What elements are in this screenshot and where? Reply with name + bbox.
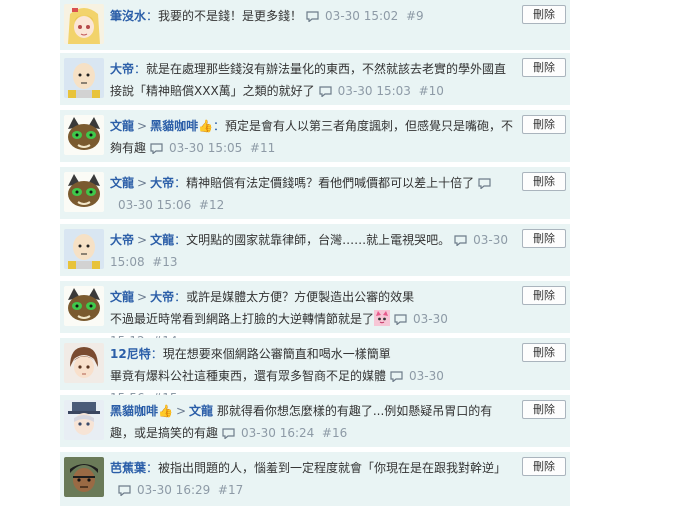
comment-author[interactable]: 文龍 xyxy=(110,119,134,133)
delete-button[interactable]: 刪除 xyxy=(522,229,566,248)
avatar[interactable] xyxy=(64,457,104,497)
comment-content: 大帝 > 文龍：文明點的國家就靠律師，台灣……就上電視哭吧。 03-30 15:08 … xyxy=(110,233,508,269)
reply-bubble-icon[interactable] xyxy=(319,86,332,97)
comment-author[interactable]: 大帝 xyxy=(110,62,134,76)
delete-button[interactable]: 刪除 xyxy=(522,286,566,305)
comment-row: 筆沒水：我要的不是錢！是更多錢！ 03-30 15:02 #9 刪除 xyxy=(60,0,570,50)
comment-floor: #10 xyxy=(418,84,444,98)
comment-time: 03-30 15:06 xyxy=(118,198,192,212)
comment-content: 大帝：就是在處理那些錢沒有辦法量化的東西，不然就該去老實的學外國直接說「精神賠償… xyxy=(110,62,507,98)
comment-author[interactable]: 12尼特 xyxy=(110,347,151,361)
reply-bubble-icon[interactable] xyxy=(118,485,131,496)
comment-row: 芭蕉葉：被指出問題的人，惱羞到一定程度就會「你現在是在跟我對幹逆」 03-30 1… xyxy=(60,452,570,506)
comment-floor: #12 xyxy=(198,198,225,212)
avatar[interactable] xyxy=(64,58,104,98)
blonde-anime-girl-icon xyxy=(64,4,104,44)
comment-text: 現在想要來個網路公審簡直和喝水一樣簡單 xyxy=(162,347,391,361)
reply-target[interactable]: 文龍 xyxy=(189,404,213,418)
delete-button[interactable]: 刪除 xyxy=(522,5,566,24)
comment-floor: #17 xyxy=(217,483,244,497)
avatar[interactable] xyxy=(64,400,104,440)
comment-row: 文龍 > 大帝：精神賠償有法定價錢嗎？看他們喊價都可以差上十倍了 03-30 15:0… xyxy=(60,167,570,219)
reply-bubble-icon[interactable] xyxy=(306,11,319,22)
comment-floor: #16 xyxy=(321,426,348,440)
avatar[interactable] xyxy=(64,115,104,155)
comment-row: 文龍 > 大帝：或許是媒體太方便？方便製造出公審的效果 不過最近時常看到網路上打臉的大… xyxy=(60,281,570,348)
comment-content: 文龍 > 黑貓咖啡👍：預定是會有人以第三者角度諷刺，但感覺只是嘴砲，不夠有趣 03-3… xyxy=(110,119,514,155)
comment-author[interactable]: 筆沒水 xyxy=(110,9,146,23)
comment-row: 黑貓咖啡👍 > 文龍 那就得看你想怎麼樣的有趣了...例如懸疑吊胃口的有趣，或是搞笑… xyxy=(60,395,570,447)
delete-button[interactable]: 刪除 xyxy=(522,343,566,362)
reply-bubble-icon[interactable] xyxy=(150,143,163,154)
comment-text-line2: 不過最近時常看到網路上打臉的大逆轉情節就是了 xyxy=(110,312,375,326)
comment-time: 03-30 16:24 xyxy=(241,426,315,440)
avatar[interactable] xyxy=(64,172,104,212)
comment-text: 文明點的國家就靠律師，台灣……就上電視哭吧。 xyxy=(186,233,451,247)
avatar[interactable] xyxy=(64,343,104,383)
comment-row: 大帝：就是在處理那些錢沒有辦法量化的東西，不然就該去老實的學外國直接說「精神賠償… xyxy=(60,53,570,105)
comment-time: 03-30 15:02 xyxy=(325,9,399,23)
comment-text: 我要的不是錢！是更多錢！ xyxy=(158,9,303,23)
green-eyed-cat-icon xyxy=(64,286,104,326)
avatar[interactable] xyxy=(64,229,104,269)
comment-author[interactable]: 黑貓咖啡👍 xyxy=(110,404,173,418)
avatar[interactable] xyxy=(64,4,104,44)
green-eyed-cat-icon xyxy=(64,172,104,212)
reply-bubble-icon[interactable] xyxy=(222,428,235,439)
comment-author[interactable]: 大帝 xyxy=(110,233,134,247)
delete-button[interactable]: 刪除 xyxy=(522,172,566,191)
reply-bubble-icon[interactable] xyxy=(390,371,403,382)
hat-character-icon xyxy=(64,400,104,440)
comment-floor: #11 xyxy=(249,141,276,155)
comment-content: 黑貓咖啡👍 > 文龍 那就得看你想怎麼樣的有趣了...例如懸疑吊胃口的有趣，或是搞笑… xyxy=(110,404,493,440)
comment-time: 03-30 16:29 xyxy=(137,483,211,497)
comment-time: 03-30 15:05 xyxy=(169,141,243,155)
comment-text: 被指出問題的人，惱羞到一定程度就會「你現在是在跟我對幹逆」 xyxy=(158,461,507,475)
pink-cat-emoji-icon xyxy=(374,310,391,326)
comment-author[interactable]: 文龍 xyxy=(110,176,134,190)
comment-content: 文龍 > 大帝：精神賠償有法定價錢嗎？看他們喊價都可以差上十倍了 03-30 15:0… xyxy=(110,172,514,216)
comment-floor: #13 xyxy=(152,255,178,269)
brown-hair-boy-icon xyxy=(64,343,104,383)
reply-bubble-icon[interactable] xyxy=(478,178,491,189)
comment-text: 精神賠償有法定價錢嗎？看他們喊價都可以差上十倍了 xyxy=(186,176,475,190)
comment-row: 文龍 > 黑貓咖啡👍：預定是會有人以第三者角度諷刺，但感覺只是嘴砲，不夠有趣 03-3… xyxy=(60,110,570,162)
reply-bubble-icon[interactable] xyxy=(454,235,467,246)
comment-content: 芭蕉葉：被指出問題的人，惱羞到一定程度就會「你現在是在跟我對幹逆」 03-30 1… xyxy=(110,461,507,497)
bald-hero-icon xyxy=(64,229,104,269)
reply-target[interactable]: 黑貓咖啡👍 xyxy=(150,119,213,133)
comment-row: 12尼特：現在想要來個網路公審簡直和喝水一樣簡單 畢竟有爆料公社這種東西，還有眾多… xyxy=(60,338,570,405)
delete-button[interactable]: 刪除 xyxy=(522,457,566,476)
reply-target[interactable]: 大帝 xyxy=(150,290,174,304)
bald-hero-icon xyxy=(64,58,104,98)
delete-button[interactable]: 刪除 xyxy=(522,400,566,419)
comment-author[interactable]: 文龍 xyxy=(110,290,134,304)
comment-text: 或許是媒體太方便？方便製造出公審的效果 xyxy=(186,290,415,304)
reply-target[interactable]: 大帝 xyxy=(150,176,174,190)
comment-author[interactable]: 芭蕉葉 xyxy=(110,461,146,475)
comment-content: 筆沒水：我要的不是錢！是更多錢！ 03-30 15:02 #9 xyxy=(110,9,424,23)
delete-button[interactable]: 刪除 xyxy=(522,115,566,134)
comment-row: 大帝 > 文龍：文明點的國家就靠律師，台灣……就上電視哭吧。 03-30 15:08 … xyxy=(60,224,570,276)
comment-text: 就是在處理那些錢沒有辦法量化的東西，不然就該去老實的學外國直接說「精神賠償XXX… xyxy=(110,62,507,98)
comment-text-line2: 畢竟有爆料公社這種東西，還有眾多智商不足的媒體 xyxy=(110,369,387,383)
dark-warrior-icon xyxy=(64,457,104,497)
avatar[interactable] xyxy=(64,286,104,326)
green-eyed-cat-icon xyxy=(64,115,104,155)
reply-target[interactable]: 文龍 xyxy=(150,233,174,247)
reply-bubble-icon[interactable] xyxy=(394,314,407,325)
comment-floor: #9 xyxy=(405,9,424,23)
comment-time: 03-30 15:03 xyxy=(337,84,411,98)
delete-button[interactable]: 刪除 xyxy=(522,58,566,77)
